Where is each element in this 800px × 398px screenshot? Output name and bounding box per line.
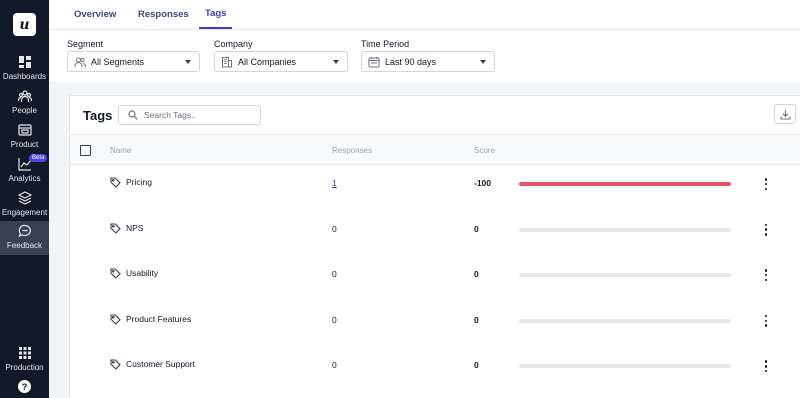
tag-icon [110, 223, 121, 234]
table-header: Name Responses Score [70, 134, 800, 165]
sidebar: u Dashboards People Product Beta Analyti… [0, 0, 49, 398]
responses-count: 0 [332, 223, 337, 234]
download-icon [779, 109, 791, 120]
tab-responses[interactable]: Responses [138, 0, 189, 29]
chevron-down-icon [185, 60, 191, 64]
score-bar [519, 182, 731, 186]
responses-count: 0 [332, 269, 337, 280]
row-menu-icon[interactable] [762, 178, 770, 190]
sidebar-item-analytics[interactable]: Beta Analytics [0, 154, 49, 188]
row-menu-icon[interactable] [762, 314, 770, 327]
score-value: 0 [474, 360, 479, 371]
sidebar-item-dashboards[interactable]: Dashboards [0, 52, 49, 86]
users-icon [74, 57, 86, 67]
help-icon[interactable]: ? [18, 380, 31, 393]
tag-icon [110, 359, 121, 371]
column-header-name[interactable]: Name [110, 146, 131, 155]
product-icon [17, 124, 32, 136]
tag-icon [110, 268, 121, 279]
sidebar-item-feedback[interactable]: Feedback [0, 221, 49, 255]
tag-name: Product Features [126, 313, 192, 324]
tab-bar: Overview Responses Tags [49, 0, 800, 30]
score-bar [519, 364, 731, 369]
sidebar-item-engagement[interactable]: Engagement [0, 188, 49, 222]
tags-card: Tags Name Responses Score Pricing 1 -100 NP… [69, 95, 800, 398]
engagement-icon [17, 191, 32, 205]
beta-badge: Beta [29, 154, 48, 162]
chevron-down-icon [333, 60, 339, 64]
tag-name: NPS [126, 222, 144, 233]
row-menu-icon[interactable] [762, 360, 770, 373]
tab-tags[interactable]: Tags [199, 0, 233, 29]
tag-name: Usability [126, 268, 159, 279]
score-value: 0 [474, 223, 479, 234]
responses-count[interactable]: 1 [332, 178, 337, 188]
search-icon [128, 110, 138, 120]
app-logo[interactable]: u [13, 13, 36, 36]
column-header-responses[interactable]: Responses [332, 146, 372, 155]
building-icon [222, 56, 232, 67]
select-all-checkbox[interactable] [80, 145, 91, 156]
sidebar-item-label: Feedback [6, 241, 43, 250]
score-value: -100 [474, 178, 492, 188]
company-label: Company [214, 39, 253, 49]
tag-icon [110, 177, 121, 188]
sidebar-item-production[interactable]: Production [0, 343, 49, 377]
company-select[interactable]: All Companies [214, 51, 348, 72]
sidebar-item-label: Engagement [1, 208, 48, 217]
tab-overview[interactable]: Overview [74, 0, 116, 29]
sidebar-item-product[interactable]: Product [0, 120, 49, 154]
table-row[interactable]: Pricing 1 -100 [70, 165, 800, 211]
sidebar-item-people[interactable]: People [0, 86, 49, 120]
row-menu-icon[interactable] [762, 269, 770, 282]
filter-bar: Segment All Segments Company All Compani… [49, 30, 800, 82]
segment-label: Segment [67, 39, 104, 49]
table-row[interactable]: Product Features 0 0 [70, 302, 800, 348]
people-icon [17, 90, 32, 102]
score-bar-fill [519, 182, 731, 186]
score-bar [519, 273, 731, 278]
sidebar-item-label: Production [5, 363, 44, 372]
tag-name: Pricing [126, 177, 152, 187]
tag-name: Customer Support [126, 359, 195, 370]
time-period-value: Last 90 days [385, 56, 437, 67]
sidebar-item-label: Dashboards [2, 72, 47, 81]
search-box [118, 105, 261, 125]
feedback-icon [18, 224, 31, 238]
row-menu-icon[interactable] [762, 223, 770, 236]
calendar-icon [368, 56, 380, 67]
responses-count: 0 [332, 360, 337, 371]
column-header-score[interactable]: Score [474, 146, 495, 155]
grid-icon [18, 347, 31, 359]
download-button[interactable] [774, 104, 796, 124]
table-row[interactable]: Customer Support 0 0 [70, 347, 800, 393]
card-title: Tags [83, 108, 113, 123]
sidebar-item-label: Product [10, 140, 39, 149]
score-bar [519, 318, 731, 323]
score-bar [519, 227, 731, 232]
dashboard-icon [18, 56, 31, 68]
sidebar-item-label: People [12, 106, 37, 115]
table-row[interactable]: Usability 0 0 [70, 256, 800, 302]
time-period-select[interactable]: Last 90 days [361, 51, 495, 72]
company-value: All Companies [238, 56, 297, 67]
score-value: 0 [474, 269, 479, 280]
segment-value: All Segments [91, 56, 145, 67]
table-row[interactable]: NPS 0 0 [70, 211, 800, 257]
chevron-down-icon [480, 60, 486, 64]
segment-select[interactable]: All Segments [67, 51, 200, 72]
responses-count: 0 [332, 314, 337, 325]
sidebar-item-label: Analytics [8, 174, 41, 183]
tag-icon [110, 314, 121, 325]
score-value: 0 [474, 314, 479, 325]
time-period-label: Time Period [361, 39, 410, 49]
search-input[interactable] [144, 110, 254, 120]
